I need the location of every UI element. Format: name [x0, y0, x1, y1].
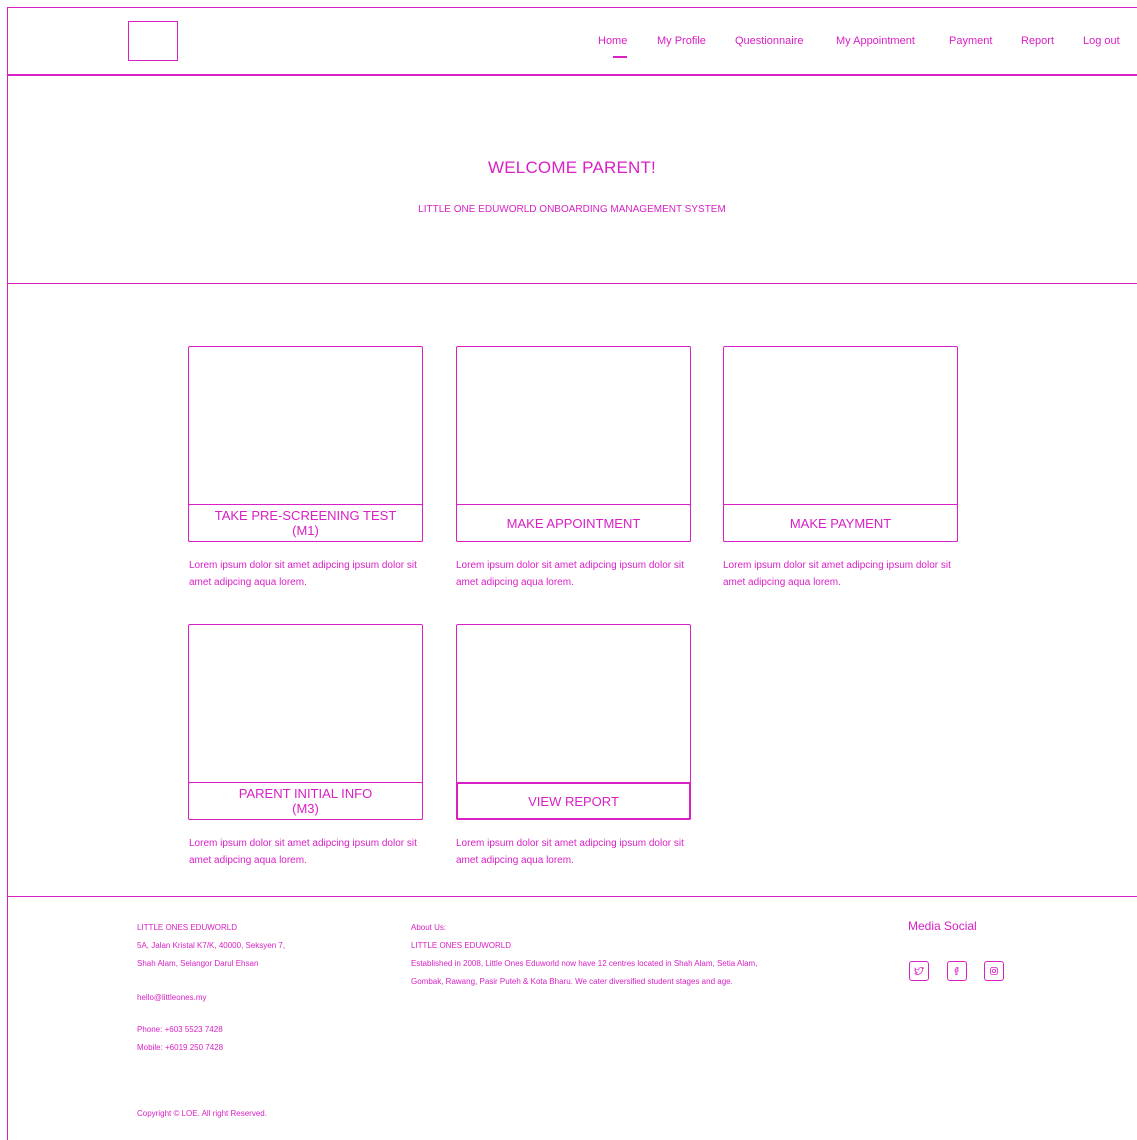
about-text-line2: Gombak, Rawang, Pasir Puteh & Kota Bharu… [411, 977, 733, 986]
page-title: WELCOME PARENT! [488, 158, 656, 177]
media-social-title: Media Social [908, 919, 977, 933]
pre-screening-label: TAKE PRE-SCREENING TEST (M1) [214, 508, 397, 538]
facebook-icon-glyph [954, 967, 959, 975]
card-appointment[interactable]: MAKE APPOINTMENT [456, 346, 691, 542]
nav-my-profile[interactable]: My Profile [657, 35, 706, 47]
nav-active-indicator [613, 56, 627, 58]
twitter-icon[interactable] [909, 961, 929, 981]
card-description: Lorem ipsum dolor sit amet adipcing ipsu… [189, 838, 417, 866]
instagram-icon[interactable] [984, 961, 1004, 981]
about-company: LITTLE ONES EDUWORLD [411, 941, 512, 950]
make-payment-label: MAKE PAYMENT [789, 515, 892, 531]
view-report-label: VIEW REPORT [528, 793, 619, 809]
make-appointment-button[interactable]: MAKE APPOINTMENT [456, 504, 691, 542]
card-image-placeholder [189, 347, 422, 505]
parent-initial-info-label: PARENT INITIAL INFO (M3) [238, 786, 373, 816]
card-pre-screening[interactable]: TAKE PRE-SCREENING TEST (M1) [188, 346, 423, 542]
card-image-placeholder [724, 347, 957, 505]
hero-section: WELCOME PARENT! LITTLE ONE EDUWORLD ONBO… [7, 76, 1137, 284]
nav-home[interactable]: Home [598, 35, 627, 47]
nav-payment[interactable]: Payment [949, 35, 992, 47]
card-payment[interactable]: MAKE PAYMENT [723, 346, 958, 542]
footer-company-name: LITTLE ONES EDUWORLD [137, 923, 238, 932]
about-text-line1: Established in 2008, Little Ones Eduworl… [411, 959, 758, 968]
nav-report[interactable]: Report [1021, 35, 1054, 47]
card-description: Lorem ipsum dolor sit amet adipcing ipsu… [189, 560, 417, 588]
about-label: About Us: [411, 923, 447, 932]
footer-copyright: Copyright © LOE. All right Reserved. [137, 1109, 267, 1118]
pre-screening-button[interactable]: TAKE PRE-SCREENING TEST (M1) [188, 504, 423, 542]
card-image-placeholder [189, 625, 422, 783]
nav-questionnaire[interactable]: Questionnaire [735, 35, 804, 47]
view-report-button[interactable]: VIEW REPORT [456, 782, 691, 820]
card-parent-info[interactable]: PARENT INITIAL INFO (M3) [188, 624, 423, 820]
card-image-placeholder [457, 625, 690, 783]
card-description: Lorem ipsum dolor sit amet adipcing ipsu… [456, 560, 684, 588]
site-footer: LITTLE ONES EDUWORLD 5A, Jalan Kristal K… [7, 896, 1137, 1140]
main-nav: Home My Profile Questionnaire My Appoint… [7, 35, 1137, 58]
instagram-icon-glyph [990, 967, 998, 975]
card-image-placeholder [457, 347, 690, 505]
card-description: Lorem ipsum dolor sit amet adipcing ipsu… [723, 560, 951, 588]
page-subtitle: LITTLE ONE EDUWORLD ONBOARDING MANAGEMEN… [418, 204, 726, 215]
card-description: Lorem ipsum dolor sit amet adipcing ipsu… [456, 838, 684, 866]
card-report[interactable]: VIEW REPORT [456, 624, 691, 820]
footer-address-line1: 5A, Jalan Kristal K7/K, 40000, Seksyen 7… [137, 941, 286, 950]
footer-phone: Phone: +603 5523 7428 [137, 1025, 223, 1034]
make-payment-button[interactable]: MAKE PAYMENT [723, 504, 958, 542]
footer-mobile: Mobile: +6019 250 7428 [137, 1043, 224, 1052]
facebook-icon[interactable] [947, 961, 967, 981]
make-appointment-label: MAKE APPOINTMENT [506, 515, 641, 531]
nav-log-out[interactable]: Log out [1083, 35, 1120, 47]
parent-initial-info-button[interactable]: PARENT INITIAL INFO (M3) [188, 782, 423, 820]
site-header: Home My Profile Questionnaire My Appoint… [7, 7, 1137, 76]
nav-my-appointment[interactable]: My Appointment [836, 35, 915, 47]
footer-address-line2: Shah Alam, Selangor Darul Ehsan [137, 959, 259, 968]
twitter-icon-glyph [914, 966, 924, 975]
footer-email-link[interactable]: hello@littleones.my [137, 989, 206, 1006]
